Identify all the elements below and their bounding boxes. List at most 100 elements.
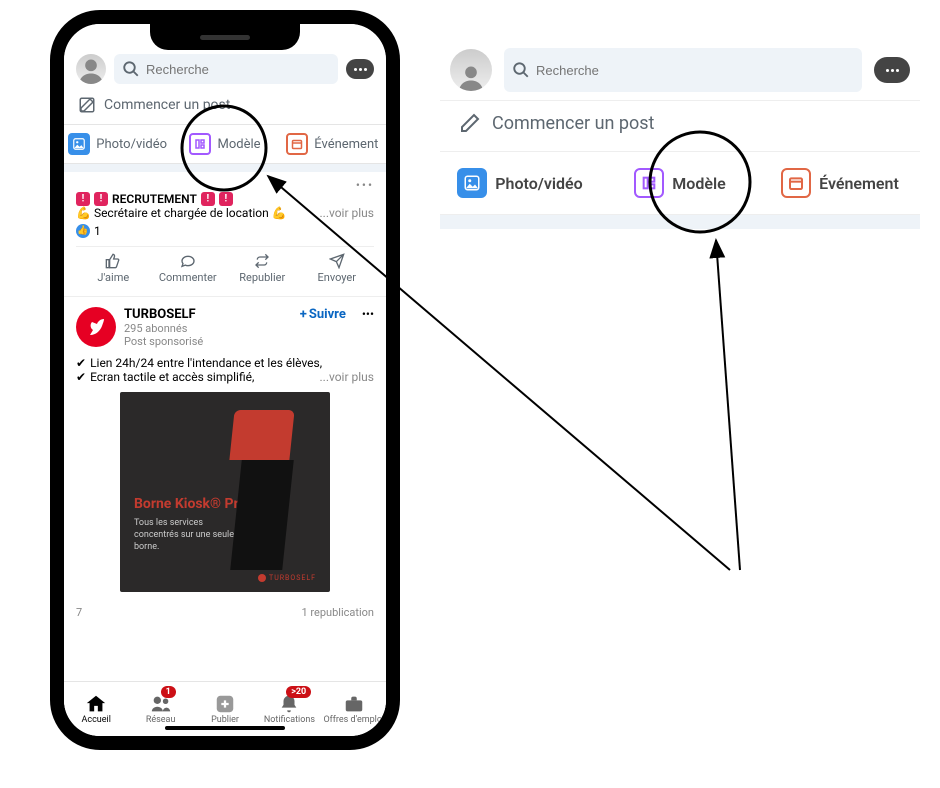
stat-left: 7 [76, 606, 82, 619]
thumb-icon [105, 253, 121, 269]
repost-button[interactable]: Republier [225, 247, 300, 290]
home-icon [85, 693, 107, 715]
phone-side-button [50, 144, 51, 174]
sponsor-logo[interactable] [76, 307, 116, 347]
option-event[interactable]: Événement [279, 133, 386, 155]
flex-emoji-icon: 💪 [76, 206, 91, 220]
search-input[interactable] [146, 62, 330, 77]
badge: >20 [286, 686, 311, 698]
nav-jobs[interactable]: Offres d'emploi [322, 682, 386, 736]
comment-icon [180, 253, 196, 269]
template-icon [634, 168, 664, 198]
edit-icon [78, 96, 96, 114]
messages-icon[interactable] [346, 59, 374, 79]
person-icon [77, 56, 105, 84]
action-label: J'aime [97, 271, 129, 284]
reaction-count: 1 [94, 224, 101, 238]
post-options-row: Photo/vidéo Modèle Événement [64, 124, 386, 164]
alert-emoji-icon [201, 192, 215, 206]
send-button[interactable]: Envoyer [300, 247, 375, 290]
feed-separator [440, 215, 920, 229]
post-options-row: Photo/vidéo Modèle Événement [440, 152, 920, 215]
flex-emoji-icon: 💪 [272, 206, 287, 220]
promo-image[interactable]: Borne Kiosk® Premium Tous les services c… [120, 392, 330, 592]
sponsored-post: TURBOSELF 295 abonnés Post sponsorisé + … [64, 297, 386, 602]
profile-avatar[interactable] [76, 54, 106, 84]
promo-brand: TURBOSELF [258, 574, 316, 582]
post-menu-icon[interactable]: ••• [362, 307, 374, 321]
action-label: Commenter [159, 271, 217, 284]
option-label: Photo/vidéo [96, 137, 167, 152]
nav-label: Réseau [146, 715, 176, 725]
edit-icon [458, 111, 482, 135]
option-label: Modèle [217, 137, 260, 152]
post-text: RECRUTEMENT [112, 192, 197, 206]
option-event[interactable]: Événement [760, 168, 920, 198]
compose-label: Commencer un post [492, 113, 654, 134]
repost-icon [254, 253, 270, 269]
bird-icon [84, 315, 108, 339]
search-box[interactable] [504, 48, 862, 92]
option-photo-video[interactable]: Photo/vidéo [440, 168, 600, 198]
post-menu-icon[interactable]: ••• [356, 178, 374, 192]
follow-button[interactable]: + Suivre [300, 307, 346, 322]
nav-label: Notifications [264, 715, 315, 725]
like-button[interactable]: J'aime [76, 247, 151, 290]
see-more-link[interactable]: ...voir plus [320, 206, 375, 220]
person-icon [457, 63, 485, 91]
search-icon [512, 61, 530, 79]
feed-separator [64, 164, 386, 172]
see-more-link[interactable]: ...voir plus [320, 370, 375, 384]
nav-label: Accueil [82, 715, 111, 725]
comment-button[interactable]: Commenter [151, 247, 226, 290]
search-input[interactable] [536, 63, 854, 78]
phone-side-button [399, 184, 400, 264]
annotation-arrow [716, 240, 740, 570]
alert-emoji-icon [94, 192, 108, 206]
phone-side-button [50, 194, 51, 244]
sponsor-text: Lien 24h/24 entre l'intendance et les él… [76, 356, 374, 370]
feed-post: ••• RECRUTEMENT 💪 Secrétaire et chargée … [64, 172, 386, 297]
search-icon [122, 60, 140, 78]
send-icon [329, 253, 345, 269]
promo-subtitle: Tous les services concentrés sur une seu… [134, 518, 234, 553]
nav-label: Publier [211, 715, 239, 725]
option-label: Événement [819, 174, 899, 193]
nav-home[interactable]: Accueil [64, 682, 128, 736]
enlarged-header-detail: Commencer un post Photo/vidéo Modèle Évé… [440, 40, 920, 229]
photo-icon [68, 133, 90, 155]
post-stats: 7 1 republication [64, 602, 386, 619]
template-icon [189, 133, 211, 155]
messages-icon[interactable] [874, 57, 910, 83]
plus-square-icon [214, 693, 236, 715]
action-label: Envoyer [318, 271, 356, 284]
briefcase-icon [343, 693, 365, 715]
calendar-icon [286, 133, 308, 155]
option-photo-video[interactable]: Photo/vidéo [64, 133, 171, 155]
post-text: Secrétaire et chargée de location [94, 206, 269, 220]
sponsor-name[interactable]: TURBOSELF [124, 307, 203, 322]
phone-frame: Commencer un post Photo/vidéo Modèle Évé… [50, 10, 400, 750]
option-label: Photo/vidéo [495, 174, 582, 193]
profile-avatar[interactable] [450, 49, 492, 91]
app-header [440, 40, 920, 100]
badge: 1 [161, 686, 176, 698]
option-label: Événement [314, 137, 378, 152]
stat-right: 1 republication [302, 606, 375, 619]
alert-emoji-icon [76, 192, 90, 206]
phone-screen: Commencer un post Photo/vidéo Modèle Évé… [64, 24, 386, 736]
phone-notch [150, 24, 300, 50]
calendar-icon [781, 168, 811, 198]
sponsor-text: Ecran tactile et accès simplifié, [76, 370, 254, 384]
alert-emoji-icon [219, 192, 233, 206]
compose-post-button[interactable]: Commencer un post [440, 100, 920, 152]
compose-post-button[interactable]: Commencer un post [64, 90, 386, 124]
search-box[interactable] [114, 54, 338, 84]
option-model[interactable]: Modèle [600, 168, 760, 198]
post-actions: J'aime Commenter Republier Envoyer [76, 246, 374, 290]
option-label: Modèle [672, 174, 725, 193]
compose-label: Commencer un post [104, 97, 230, 113]
action-label: Republier [239, 271, 285, 284]
feed: ••• RECRUTEMENT 💪 Secrétaire et chargée … [64, 172, 386, 619]
option-model[interactable]: Modèle [171, 133, 278, 155]
